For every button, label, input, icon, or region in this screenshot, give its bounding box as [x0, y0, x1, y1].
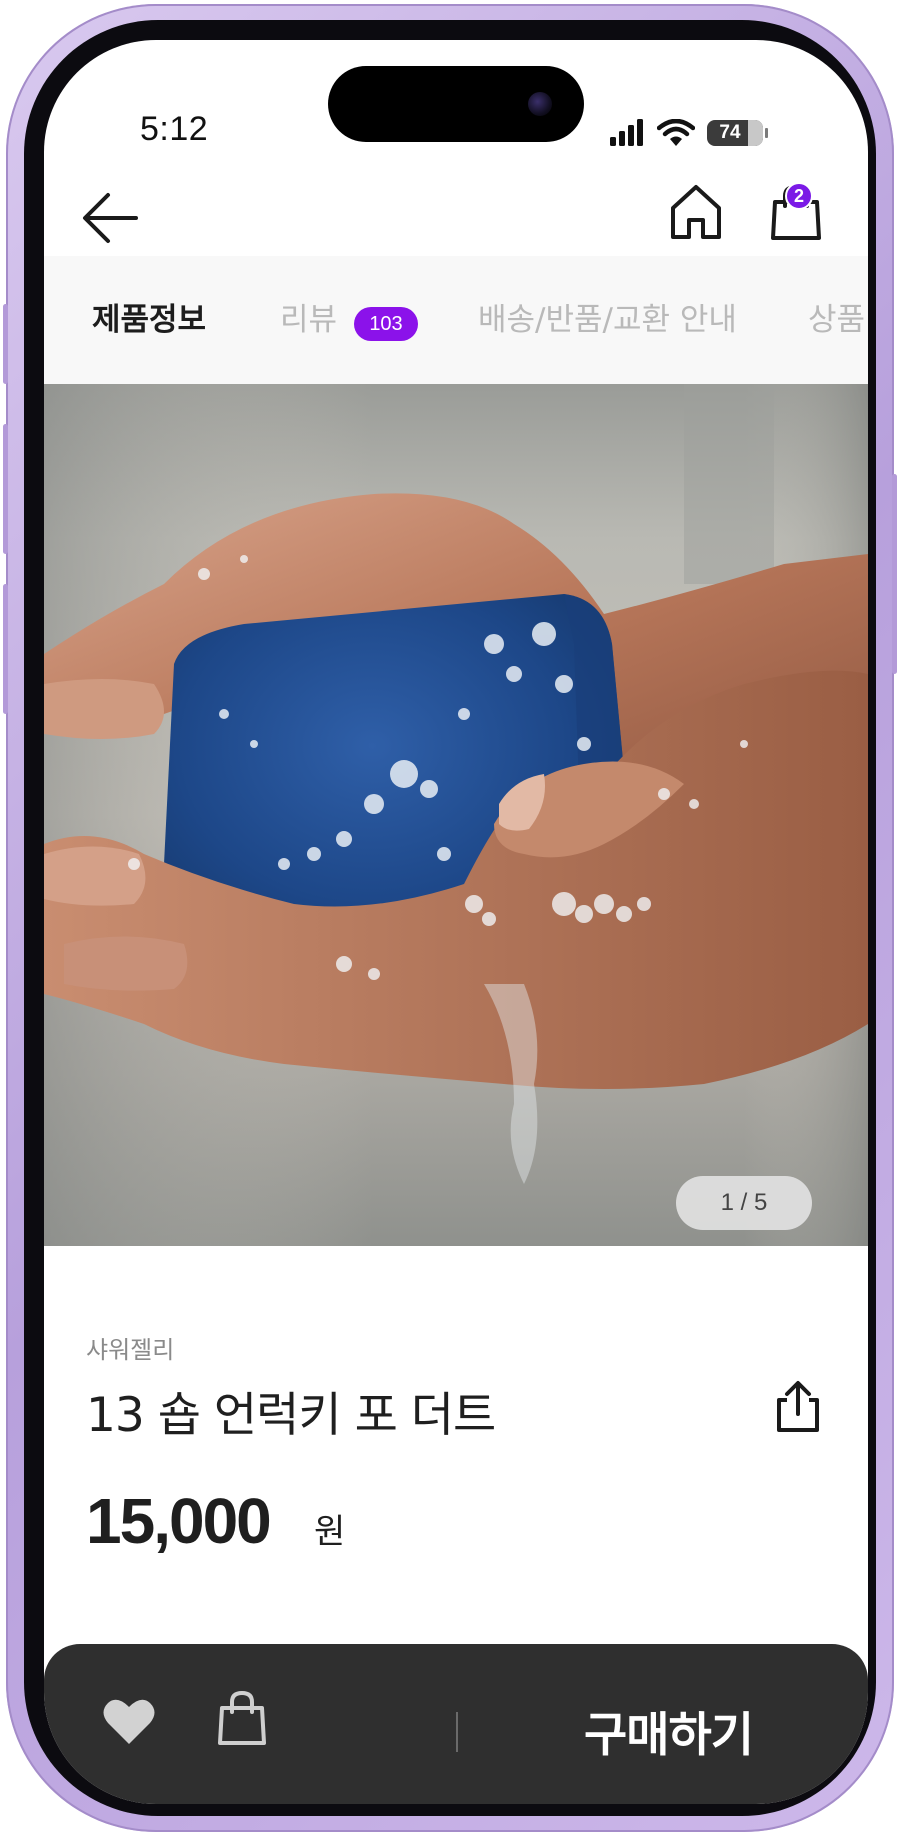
product-title: 13 숍 언럭키 포 더트 [86, 1388, 496, 1443]
action-button [3, 304, 8, 384]
tab-shipping-returns[interactable]: 배송/반품/교환 안내 [478, 294, 737, 339]
heart-icon[interactable] [102, 1696, 156, 1750]
price-currency: 원 [314, 1512, 346, 1552]
screen: 5:12 74 2 제품정보 리뷰 103 배송/반품/교환 안내 상품 1 /… [44, 40, 868, 1804]
bar-divider [456, 1712, 458, 1752]
battery-level: 74 [719, 122, 741, 143]
home-icon[interactable] [668, 182, 724, 246]
status-time: 5:12 [140, 110, 209, 148]
power-button [892, 474, 897, 674]
cart-count-badge: 2 [785, 182, 813, 210]
buy-button[interactable]: 구매하기 [584, 1696, 754, 1765]
dynamic-island [328, 66, 584, 142]
tab-product-info[interactable]: 제품정보 [92, 294, 206, 339]
product-price: 15,000 [86, 1485, 272, 1557]
share-icon[interactable] [772, 1380, 824, 1438]
phone-frame: 5:12 74 2 제품정보 리뷰 103 배송/반품/교환 안내 상품 1 /… [3, 4, 897, 1832]
battery-tip [765, 128, 768, 138]
cart-add-icon[interactable] [218, 1690, 266, 1750]
tab-reviews[interactable]: 리뷰 [280, 294, 337, 339]
review-count-badge: 103 [354, 307, 418, 341]
tab-bar: 제품정보 리뷰 103 배송/반품/교환 안내 상품 [44, 256, 868, 384]
header: 2 [44, 168, 868, 264]
arrow-left-icon[interactable] [80, 190, 140, 250]
volume-up-button [3, 424, 8, 554]
battery-icon: 74 [707, 120, 763, 146]
purchase-bar: 구매하기 [44, 1644, 868, 1804]
status-icons: 74 [609, 118, 768, 148]
signal-icon [610, 119, 643, 146]
product-photo-illustration [44, 384, 868, 1246]
wifi-icon [657, 119, 695, 146]
product-category: 샤워젤리 [86, 1336, 175, 1364]
image-pager: 1 / 5 [676, 1176, 812, 1230]
camera-icon [528, 92, 552, 116]
volume-down-button [3, 584, 8, 714]
tab-product-inquiry[interactable]: 상품 [808, 294, 865, 339]
product-image[interactable]: 1 / 5 [44, 384, 868, 1246]
